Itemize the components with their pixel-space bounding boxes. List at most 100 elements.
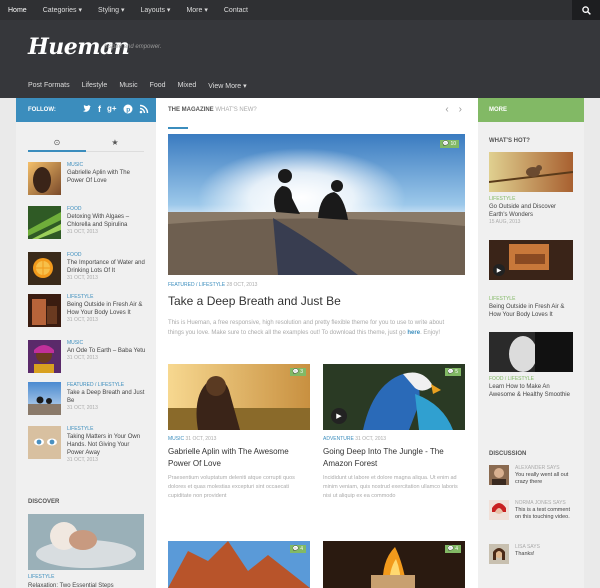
hot-post-image[interactable] [489, 332, 573, 372]
post-category[interactable]: LIFESTYLE [489, 296, 573, 303]
post-title[interactable]: Go Outside and Discover Earth's Wonders [489, 203, 573, 219]
featured-title[interactable]: Take a Deep Breath and Just Be [168, 294, 468, 308]
post-title[interactable]: Being Outside in Fresh Air & How Your Bo… [67, 301, 147, 317]
main-nav-food[interactable]: Food [144, 82, 172, 90]
post-title[interactable]: Taking Matters in Your Own Hands. Not Gi… [67, 433, 147, 457]
post-category[interactable]: LIFESTYLE [67, 294, 147, 301]
play-icon[interactable]: ▶ [493, 264, 505, 276]
post-title[interactable]: An Ode To Earth – Baba Yetu [67, 347, 147, 355]
comment-count: 5 [455, 369, 458, 375]
featured-excerpt: This is Hueman, a free responsive, high … [168, 318, 458, 338]
comment-author: ALEXANDER SAYS [515, 465, 560, 471]
comment-text[interactable]: This is a test comment on this touching … [515, 507, 573, 521]
play-icon[interactable]: ▶ [331, 408, 347, 424]
post-date: 31 OCT, 2013 [185, 436, 217, 442]
post-category[interactable]: FOOD [67, 206, 147, 213]
main-nav-view-more[interactable]: View More ▾ [202, 82, 252, 90]
post-category[interactable]: LIFESTYLE [67, 426, 147, 433]
top-nav-more[interactable]: More ▾ [178, 0, 215, 20]
list-item[interactable]: FOOD Detoxing With Algaes – Chlorella and… [28, 206, 146, 240]
post-thumbnail [28, 294, 61, 327]
comment-item[interactable]: LISA SAYS Thanks! [489, 544, 573, 574]
star-icon: ★ [111, 138, 119, 147]
facebook-icon[interactable]: f [98, 104, 101, 114]
search-button[interactable] [572, 0, 600, 20]
comment-count: 4 [455, 546, 458, 552]
google-plus-icon[interactable]: g+ [107, 104, 117, 114]
comment-author: NORMA JONES SAYS [515, 500, 566, 506]
chevron-right-icon[interactable]: › [459, 104, 462, 115]
twitter-icon[interactable] [82, 104, 92, 114]
hot-post: FOOD / LIFESTYLE Learn How to Make An Aw… [489, 376, 573, 399]
comment-icon: 💬 [447, 369, 454, 375]
featured-meta: FEATURED / LIFESTYLE 28 OCT, 2013 [168, 282, 257, 288]
post-thumbnail [28, 252, 61, 285]
main-nav-post-formats[interactable]: Post Formats [22, 82, 76, 90]
hot-post-image[interactable]: ▶ [489, 240, 573, 280]
post-thumbnail [28, 382, 61, 415]
comment-item[interactable]: ALEXANDER SAYS You really went all out cr… [489, 465, 573, 495]
comment-count-badge[interactable]: 💬 4 [289, 545, 306, 553]
list-item[interactable]: MUSIC An Ode To Earth – Baba Yetu 31 OCT, … [28, 340, 146, 374]
post-meta: MUSIC 31 OCT, 2013 [168, 436, 310, 442]
post-category[interactable]: FOOD [67, 252, 147, 259]
hot-post: LIFESTYLE Being Outside in Fresh Air & H… [489, 296, 573, 319]
comment-item[interactable]: NORMA JONES SAYS This is a test comment o… [489, 500, 573, 530]
comment-count: 3 [300, 369, 303, 375]
top-nav-styling[interactable]: Styling ▾ [90, 0, 132, 20]
post-card-image[interactable]: 💬 5 ▶ [323, 364, 465, 430]
discover-category[interactable]: LIFESTYLE [28, 574, 54, 581]
top-nav-layouts[interactable]: Layouts ▾ [132, 0, 178, 20]
post-category[interactable]: LIFESTYLE [489, 196, 573, 203]
top-nav: Home Categories ▾ Styling ▾ Layouts ▾ Mo… [0, 0, 256, 20]
main-nav-mixed[interactable]: Mixed [172, 82, 203, 90]
top-nav-categories[interactable]: Categories ▾ [35, 0, 90, 20]
tab-recent[interactable]: ⊙ [28, 138, 86, 152]
list-item[interactable]: LIFESTYLE Taking Matters in Your Own Hand… [28, 426, 146, 468]
featured-image[interactable]: 💬 10 [168, 134, 465, 275]
post-category[interactable]: FOOD / LIFESTYLE [489, 376, 573, 383]
post-category[interactable]: MUSIC [168, 436, 184, 442]
tab-popular[interactable]: ★ [86, 138, 144, 151]
site-header: Hueman Inspire and empower. Post Formats… [0, 20, 600, 98]
post-title[interactable]: Detoxing With Algaes – Chlorella and Spi… [67, 213, 147, 229]
post-category[interactable]: ADVENTURE [323, 436, 354, 442]
post-card-image[interactable]: 💬 4 [323, 541, 465, 588]
clock-icon: ⊙ [53, 138, 61, 147]
post-title[interactable]: Gabrielle Aplin with The Awesome Power O… [168, 446, 310, 470]
chevron-left-icon[interactable]: ‹ [445, 104, 448, 115]
post-title[interactable]: Gabrielle Aplin with The Power Of Love [67, 169, 147, 185]
comment-count-badge[interactable]: 💬 4 [444, 545, 461, 553]
post-title[interactable]: The Importance of Water and Drinking Lot… [67, 259, 147, 275]
comment-text[interactable]: Thanks! [515, 551, 573, 558]
post-card-image[interactable]: 💬 3 [168, 364, 310, 430]
post-title[interactable]: Going Deep Into The Jungle - The Amazon … [323, 446, 465, 470]
discover-image[interactable] [28, 514, 144, 570]
list-item[interactable]: FEATURED / LIFESTYLE Take a Deep Breath a… [28, 382, 146, 416]
more-label: MORE [489, 107, 507, 113]
post-title[interactable]: Learn How to Make An Awesome & Healthy S… [489, 383, 573, 399]
list-item[interactable]: LIFESTYLE Being Outside in Fresh Air & Ho… [28, 294, 146, 328]
rss-icon[interactable] [139, 104, 149, 114]
post-title[interactable]: Being Outside in Fresh Air & How Your Bo… [489, 303, 573, 319]
comment-text[interactable]: You really went all out crazy there [515, 472, 573, 486]
comment-count-badge[interactable]: 💬 3 [289, 368, 306, 376]
top-nav-home[interactable]: Home [0, 0, 35, 20]
hot-post-image[interactable] [489, 152, 573, 192]
post-category[interactable]: MUSIC [67, 162, 147, 169]
comment-count-badge[interactable]: 💬 5 [444, 368, 461, 376]
pinterest-icon[interactable]: p [123, 104, 133, 114]
top-nav-contact[interactable]: Contact [216, 0, 256, 20]
discover-post-title[interactable]: Relaxation: Two Essential Steps [28, 582, 114, 588]
main-nav-music[interactable]: Music [113, 82, 143, 90]
list-item[interactable]: FOOD The Importance of Water and Drinking… [28, 252, 146, 286]
list-item[interactable]: MUSIC Gabrielle Aplin with The Power Of L… [28, 162, 146, 196]
post-category[interactable]: FEATURED / LIFESTYLE [67, 382, 147, 389]
post-card-image[interactable]: 💬 4 [168, 541, 310, 588]
post-category[interactable]: MUSIC [67, 340, 147, 347]
featured-category[interactable]: FEATURED / LIFESTYLE [168, 282, 225, 288]
post-title[interactable]: Take a Deep Breath and Just Be [67, 389, 147, 405]
download-link[interactable]: here [407, 330, 420, 336]
comment-count-badge[interactable]: 💬 10 [439, 140, 459, 148]
main-nav-lifestyle[interactable]: Lifestyle [76, 82, 114, 90]
